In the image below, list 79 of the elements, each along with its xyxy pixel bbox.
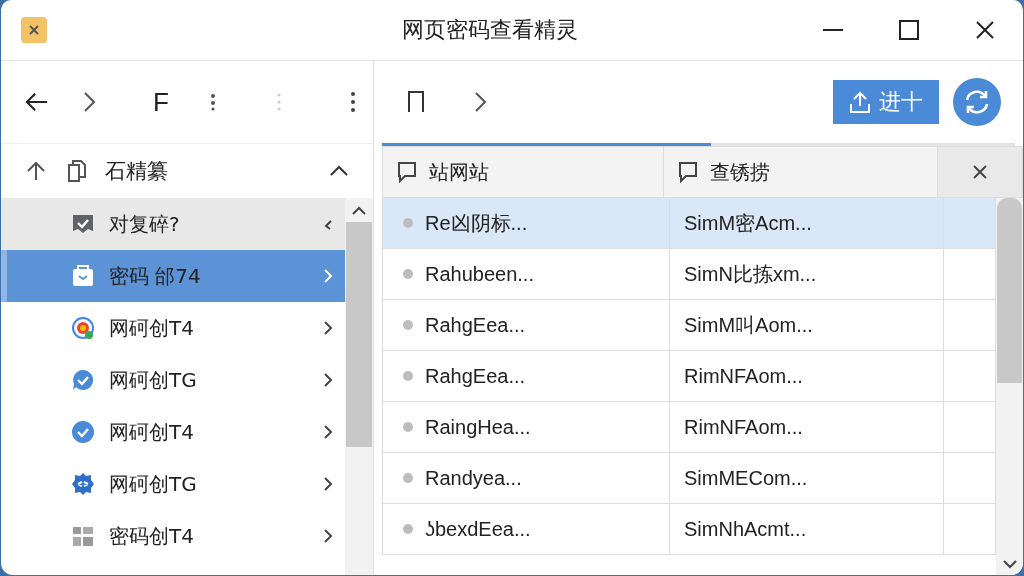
table-cell: Rahubeen... bbox=[425, 262, 534, 286]
copy-icon bbox=[65, 159, 87, 183]
bag-icon bbox=[71, 264, 95, 288]
dots-icon bbox=[276, 91, 282, 113]
status-dot bbox=[403, 422, 413, 432]
scrollbar[interactable] bbox=[345, 198, 373, 575]
table-cell: ʖbexdEea... bbox=[425, 517, 531, 541]
window-title: 网页密码查看精灵 bbox=[401, 16, 579, 44]
sidebar-item[interactable]: 网砢创TG bbox=[1, 354, 345, 406]
comment-icon bbox=[397, 161, 417, 183]
chevron-right-icon bbox=[321, 371, 335, 389]
table-cell: Randyea... bbox=[425, 466, 522, 490]
scroll-thumb[interactable] bbox=[997, 198, 1022, 383]
column-header[interactable]: 站网站 bbox=[383, 147, 664, 197]
scroll-up-icon bbox=[351, 206, 367, 216]
chevron-right-icon bbox=[473, 91, 487, 113]
check-circle-icon bbox=[71, 420, 95, 444]
chevron-right-icon bbox=[321, 319, 335, 337]
table-cell: RimNFAom... bbox=[670, 402, 944, 452]
sidebar-item[interactable]: 网砢创TG bbox=[1, 458, 345, 510]
chevron-right-icon bbox=[321, 475, 335, 493]
table-cell: SimN比拣xm... bbox=[670, 249, 944, 299]
upload-icon bbox=[849, 90, 871, 114]
table-cell: RahgEea... bbox=[425, 313, 526, 337]
back-arrow-icon bbox=[25, 91, 49, 113]
section-title: 石精纂 bbox=[105, 158, 169, 185]
sidebar-item[interactable]: 网砢创T4 bbox=[1, 406, 345, 458]
import-button[interactable]: 进十 bbox=[833, 80, 939, 124]
chevron-right-icon bbox=[321, 527, 335, 545]
table-row[interactable]: ʖbexdEea... SimNhAcmt... bbox=[382, 504, 996, 555]
table-row[interactable]: RahgEea... RimNFAom... bbox=[382, 351, 996, 402]
sidebar-item[interactable]: 密码创T4 bbox=[1, 510, 345, 562]
table-cell: SimM叫Aom... bbox=[670, 300, 944, 350]
status-dot bbox=[403, 473, 413, 483]
status-dot bbox=[403, 524, 413, 534]
comment-icon bbox=[678, 161, 698, 183]
table-row[interactable]: Re凶阴标... SimM密Acm... bbox=[382, 198, 996, 249]
chevron-right-icon bbox=[321, 267, 335, 285]
table-cell: SimM密Acm... bbox=[670, 198, 944, 248]
table-row[interactable]: Randyea... SimMECom... bbox=[382, 453, 996, 504]
badge-icon bbox=[71, 472, 95, 496]
close-icon bbox=[972, 164, 988, 180]
cross-icon bbox=[28, 24, 40, 36]
status-dot bbox=[403, 269, 413, 279]
bookmark-icon bbox=[406, 90, 426, 114]
shield-check-icon bbox=[71, 212, 95, 236]
chevron-right-icon bbox=[82, 91, 96, 113]
table-cell: RaingHea... bbox=[425, 415, 531, 439]
dots-icon bbox=[210, 92, 216, 112]
refresh-icon bbox=[963, 88, 991, 116]
scroll-thumb[interactable] bbox=[346, 222, 372, 447]
up-arrow-icon bbox=[25, 160, 47, 182]
minimize-icon bbox=[823, 29, 843, 31]
toolbar-button[interactable]: F bbox=[149, 86, 173, 118]
chevron-right-icon bbox=[321, 423, 335, 441]
browser-icon bbox=[71, 316, 95, 340]
sidebar-item[interactable]: 密码 邰74 bbox=[1, 250, 345, 302]
chat-check-icon bbox=[71, 368, 95, 392]
status-dot bbox=[403, 371, 413, 381]
more-icon bbox=[350, 90, 356, 114]
refresh-button[interactable] bbox=[953, 78, 1001, 126]
sidebar-item[interactable]: 网砢创T4 bbox=[1, 302, 345, 354]
scrollbar[interactable] bbox=[996, 198, 1023, 575]
table-cell: RimNFAom... bbox=[670, 351, 944, 401]
table-row[interactable]: RahgEea... SimM叫Aom... bbox=[382, 300, 996, 351]
table-row[interactable]: RaingHea... RimNFAom... bbox=[382, 402, 996, 453]
sidebar-item[interactable]: 对复碎? bbox=[1, 198, 345, 250]
caret-up-icon bbox=[329, 165, 349, 177]
maximize-icon bbox=[898, 19, 920, 41]
table-cell: RahgEea... bbox=[425, 364, 526, 388]
table-cell: SimMECom... bbox=[670, 453, 944, 503]
close-icon bbox=[974, 19, 996, 41]
table-row[interactable]: Rahubeen... SimN比拣xm... bbox=[382, 249, 996, 300]
scroll-down-icon bbox=[1001, 559, 1018, 569]
table-cell: SimNhAcmt... bbox=[670, 504, 944, 554]
table-cell-text: Re凶阴标... bbox=[425, 210, 528, 236]
status-dot bbox=[403, 320, 413, 330]
puzzle-icon bbox=[71, 524, 95, 548]
status-dot bbox=[403, 218, 413, 228]
